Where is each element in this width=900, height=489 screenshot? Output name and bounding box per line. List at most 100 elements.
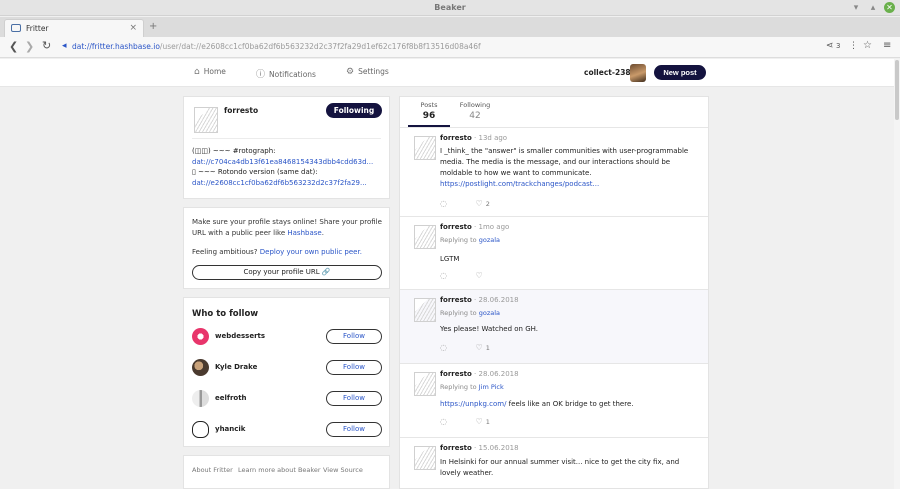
post-item[interactable]: forresto · 28.06.2018 Replying to gozala… xyxy=(400,290,708,364)
user-avatar[interactable] xyxy=(630,64,646,82)
about-fritter-link[interactable]: About Fritter xyxy=(192,466,233,474)
profile-name[interactable]: forresto xyxy=(224,106,258,115)
share-hint: Make sure your profile stays online! Sha… xyxy=(192,217,382,238)
reload-icon[interactable]: ↻ xyxy=(42,39,51,52)
post-item[interactable]: forresto · 13d ago I _think_ the "answer… xyxy=(400,128,708,217)
tab-posts[interactable]: Posts 96 xyxy=(409,101,449,121)
post-text: https://unpkg.com/ feels like an OK brid… xyxy=(440,399,702,410)
home-icon: ⌂ xyxy=(194,67,200,77)
deploy-peer-link[interactable]: Deploy your own public peer. xyxy=(260,248,362,256)
bookmark-star-icon[interactable]: ☆ xyxy=(863,40,872,51)
follow-button[interactable]: Follow xyxy=(326,360,382,375)
user-avatar[interactable] xyxy=(192,390,209,407)
post-avatar[interactable] xyxy=(414,372,436,396)
nav-notifications-label: Notifications xyxy=(269,70,316,79)
sidebar-footer: About Fritter Learn more about Beaker Vi… xyxy=(183,455,390,489)
suggested-user-name[interactable]: webdesserts xyxy=(215,332,265,340)
peers-icon[interactable]: ⋖ xyxy=(826,41,834,51)
bio-link[interactable]: dat://c704ca4db13f61ea8468154343dbb4cdd6… xyxy=(192,157,384,168)
nav-settings[interactable]: ⚙ Settings xyxy=(346,67,389,77)
page-scrollbar[interactable] xyxy=(894,59,900,489)
share-hint-end: . xyxy=(321,228,324,237)
reply-to-user[interactable]: gozala xyxy=(479,309,500,317)
url-field[interactable]: dat://fritter.hashbase.io/user/dat://e26… xyxy=(72,42,481,51)
tab-following[interactable]: Following 42 xyxy=(455,101,495,121)
nav-home[interactable]: ⌂ Home xyxy=(194,67,226,77)
post-time: · 28.06.2018 xyxy=(471,370,519,378)
browser-menu-icon[interactable]: ≡ xyxy=(883,40,891,51)
comment-icon[interactable]: ◌ xyxy=(440,199,447,208)
post-author[interactable]: forresto xyxy=(440,444,472,452)
comment-icon[interactable]: ◌ xyxy=(440,271,447,280)
heart-icon[interactable]: ♡ xyxy=(476,417,483,426)
close-tab-icon[interactable]: × xyxy=(129,23,137,33)
post-avatar[interactable] xyxy=(414,136,436,160)
post-actions: ◌ ♡ 1 xyxy=(440,417,490,426)
tab-following-label: Following xyxy=(459,101,491,109)
suggested-user-name[interactable]: eelfroth xyxy=(215,394,247,402)
close-window-icon[interactable]: ✕ xyxy=(884,2,895,13)
window-title: Beaker xyxy=(434,3,466,12)
reply-context: Replying to gozala xyxy=(440,309,500,317)
tab-fritter[interactable]: Fritter × xyxy=(4,19,144,37)
nav-home-label: Home xyxy=(203,67,226,76)
reply-to-user[interactable]: Jim Pick xyxy=(479,383,504,391)
address-bar: ❮ ❯ ↻ ◂ dat://fritter.hashbase.io/user/d… xyxy=(0,37,900,58)
like-count: 1 xyxy=(485,344,490,352)
post-item[interactable]: forresto · 28.06.2018 Replying to Jim Pi… xyxy=(400,364,708,438)
profile-avatar[interactable] xyxy=(194,107,218,133)
post-avatar[interactable] xyxy=(414,446,436,470)
suggested-user: eelfroth Follow xyxy=(192,389,382,409)
share-network-icon[interactable]: ◂ xyxy=(62,41,67,51)
post-avatar[interactable] xyxy=(414,225,436,249)
hashbase-link[interactable]: Hashbase xyxy=(287,229,321,237)
user-avatar[interactable] xyxy=(192,359,209,376)
post-text: I _think_ the "answer" is smaller commun… xyxy=(440,146,702,190)
suggested-user-name[interactable]: Kyle Drake xyxy=(215,363,257,371)
gear-icon: ⚙ xyxy=(346,67,355,77)
heart-icon[interactable]: ♡ xyxy=(476,199,483,208)
follow-button[interactable]: Follow xyxy=(326,391,382,406)
bio-link[interactable]: dat://e2608cc1cf0ba62df6b563232d2c37f2fa… xyxy=(192,178,384,189)
new-post-button[interactable]: New post xyxy=(654,65,706,80)
post-meta: forresto · 1mo ago xyxy=(440,223,509,231)
heart-icon[interactable]: ♡ xyxy=(476,343,483,352)
minimize-icon[interactable]: ▾ xyxy=(851,3,861,13)
page-scrollbar-thumb[interactable] xyxy=(895,60,899,120)
user-avatar[interactable] xyxy=(192,328,209,345)
copy-profile-url-button[interactable]: Copy your profile URL 🔗 xyxy=(192,265,382,280)
maximize-icon[interactable]: ▴ xyxy=(868,3,878,13)
post-time: · 28.06.2018 xyxy=(471,296,519,304)
post-link[interactable]: https://postlight.com/trackchanges/podca… xyxy=(440,179,702,190)
forward-icon[interactable]: ❯ xyxy=(25,40,34,53)
post-author[interactable]: forresto xyxy=(440,370,472,378)
post-author[interactable]: forresto xyxy=(440,223,472,231)
follow-button[interactable]: Follow xyxy=(326,422,382,437)
reply-to-user[interactable]: gozala xyxy=(479,236,500,244)
page-menu-icon[interactable]: ⋮ xyxy=(849,41,858,51)
back-icon[interactable]: ❮ xyxy=(9,40,18,53)
reply-prefix: Replying to xyxy=(440,309,479,317)
comment-icon[interactable]: ◌ xyxy=(440,343,447,352)
bio-line: ▯ ~~~ Rotondo version (same dat): xyxy=(192,168,318,176)
post-item[interactable]: forresto · 15.06.2018 In Helsinki for ou… xyxy=(400,438,708,488)
nav-notifications[interactable]: ⓘ Notifications xyxy=(256,67,316,80)
post-author[interactable]: forresto xyxy=(440,296,472,304)
suggested-user-name[interactable]: yhancik xyxy=(215,425,245,433)
post-item[interactable]: forresto · 1mo ago Replying to gozala LG… xyxy=(400,217,708,290)
post-avatar[interactable] xyxy=(414,298,436,322)
heart-icon[interactable]: ♡ xyxy=(476,271,483,280)
comment-icon[interactable]: ◌ xyxy=(440,417,447,426)
follow-button[interactable]: Follow xyxy=(326,329,382,344)
following-button[interactable]: Following xyxy=(326,103,382,118)
post-link[interactable]: https://unpkg.com/ xyxy=(440,400,506,408)
new-tab-button[interactable]: + xyxy=(149,21,157,32)
view-source-link[interactable]: View Source xyxy=(323,466,363,474)
learn-beaker-link[interactable]: Learn more about Beaker xyxy=(238,466,321,474)
ambitious-text: Feeling ambitious? xyxy=(192,248,260,256)
post-time: · 1mo ago xyxy=(471,223,510,231)
post-meta: forresto · 13d ago xyxy=(440,134,507,142)
current-username[interactable]: collect-238 xyxy=(584,68,631,77)
post-author[interactable]: forresto xyxy=(440,134,472,142)
user-avatar[interactable] xyxy=(192,421,209,438)
